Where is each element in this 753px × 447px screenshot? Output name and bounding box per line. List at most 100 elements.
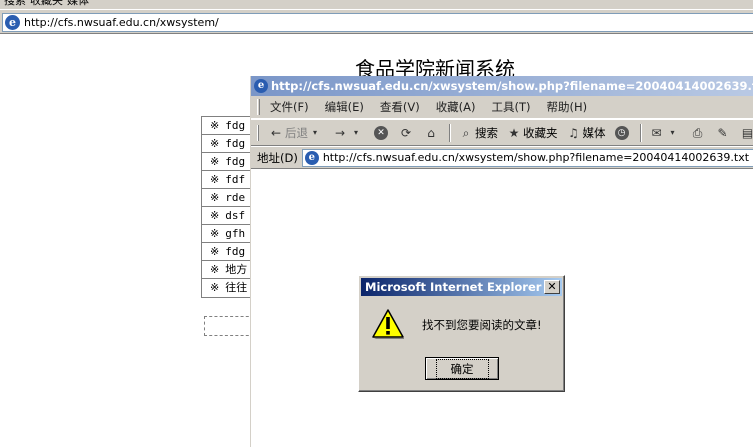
- outer-toolbar: 搜索 收藏夹 媒体: [0, 0, 753, 9]
- close-button[interactable]: ✕: [544, 280, 560, 294]
- news-item-link[interactable]: 往往: [225, 281, 247, 294]
- news-item-link[interactable]: fdg: [225, 155, 245, 168]
- favorites-label: 收藏夹: [523, 125, 558, 140]
- news-list-item[interactable]: ※ fdg: [202, 135, 252, 153]
- toolbar-grip: [257, 124, 259, 141]
- outer-address-bar: e http://cfs.nwsuaf.edu.cn/xwsystem/: [0, 10, 753, 34]
- alert-title-bar[interactable]: Microsoft Internet Explorer: [361, 278, 562, 296]
- media-label: 媒体: [582, 125, 606, 140]
- news-list-item[interactable]: ※ fdg: [202, 153, 252, 171]
- news-list-item[interactable]: ※ fdg: [202, 117, 252, 135]
- news-list-item[interactable]: ※ rde: [202, 189, 252, 207]
- news-list-item[interactable]: ※ 往往: [202, 279, 252, 297]
- popup-address-input[interactable]: e http://cfs.nwsuaf.edu.cn/xwsystem/show…: [301, 148, 753, 167]
- menu-tools[interactable]: 工具(T): [492, 99, 531, 115]
- popup-toolbar: ← 后退 ▾ → ▾ ✕ ⟳ ⌂ ⌕ 搜索 ★ 收藏夹 ♫ 媒体 ◷ ✉ ▾ ⎙…: [251, 120, 753, 146]
- news-list-item[interactable]: ※ gfh: [202, 225, 252, 243]
- media-button[interactable]: ♫ 媒体: [567, 125, 606, 141]
- outer-search-button[interactable]: 搜索: [4, 0, 26, 8]
- warning-icon: [372, 309, 404, 339]
- refresh-icon: ⟳: [400, 125, 412, 140]
- home-icon: ⌂: [427, 125, 435, 140]
- news-item-link[interactable]: fdg: [225, 137, 245, 150]
- favorites-icon: ★: [508, 125, 520, 140]
- stop-button[interactable]: ✕: [374, 125, 390, 140]
- popup-address-bar: 地址(D) e http://cfs.nwsuaf.edu.cn/xwsyste…: [251, 147, 753, 169]
- outer-media-button[interactable]: 媒体: [67, 0, 89, 8]
- mail-button[interactable]: ✉ ▾: [650, 126, 682, 140]
- menu-help[interactable]: 帮助(H): [547, 99, 588, 115]
- search-label: 搜索: [475, 125, 498, 140]
- popup-title-bar[interactable]: e http://cfs.nwsuaf.edu.cn/xwsystem/show…: [251, 76, 753, 96]
- edit-icon: ✎: [717, 125, 728, 140]
- menu-grip: [257, 99, 260, 115]
- toolbar-separator: [449, 123, 451, 142]
- media-icon: ♫: [568, 125, 579, 140]
- news-item-link[interactable]: fdg: [225, 245, 245, 258]
- back-label: 后退: [285, 125, 308, 140]
- ok-button[interactable]: 确定: [425, 357, 499, 380]
- bullet-mark: ※: [210, 227, 220, 240]
- news-list: ※ fdg ※ fdg ※ fdg ※ fdf ※ rde ※ dsf ※ gfh ※ fdg ※ 地方 ※ 往往: [201, 116, 253, 298]
- back-button[interactable]: ← 后退 ▾: [269, 125, 324, 141]
- popup-address-url: http://cfs.nwsuaf.edu.cn/xwsystem/show.p…: [322, 151, 750, 164]
- bullet-mark: ※: [210, 173, 220, 186]
- forward-dropdown-icon: ▾: [353, 127, 358, 137]
- home-button[interactable]: ⌂: [424, 126, 440, 140]
- menu-edit[interactable]: 编辑(E): [325, 99, 364, 115]
- search-button[interactable]: ⌕ 搜索: [459, 125, 498, 141]
- ie-window-icon: e: [254, 79, 268, 93]
- ie-page-icon: e: [304, 150, 319, 165]
- news-item-link[interactable]: 地方: [225, 263, 247, 276]
- news-item-link[interactable]: rde: [225, 191, 245, 204]
- news-item-link[interactable]: dsf: [225, 209, 245, 222]
- ie-page-icon: e: [5, 15, 20, 30]
- forward-arrow-icon: →: [334, 125, 346, 140]
- news-list-item[interactable]: ※ fdg: [202, 243, 252, 261]
- address-label: 地址(D): [257, 150, 298, 165]
- alert-dialog: Microsoft Internet Explorer ✕ 找不到您要阅读的文章…: [358, 275, 565, 392]
- alert-message: 找不到您要阅读的文章!: [422, 318, 542, 332]
- back-arrow-icon: ←: [270, 125, 282, 140]
- print-icon: ⎙: [692, 125, 703, 140]
- forward-button[interactable]: → ▾: [333, 126, 365, 140]
- bullet-mark: ※: [210, 155, 220, 168]
- history-icon: ◷: [614, 125, 629, 140]
- bullet-mark: ※: [210, 263, 220, 276]
- news-item-link[interactable]: fdf: [225, 173, 245, 186]
- stop-icon: ✕: [374, 125, 388, 140]
- print-button[interactable]: ⎙: [691, 126, 707, 140]
- news-item-link[interactable]: gfh: [225, 227, 245, 240]
- outer-address-url: http://cfs.nwsuaf.edu.cn/xwsystem/: [24, 16, 219, 29]
- outer-address-input[interactable]: e http://cfs.nwsuaf.edu.cn/xwsystem/: [2, 13, 753, 32]
- favorites-button[interactable]: ★ 收藏夹: [507, 125, 558, 141]
- mail-icon: ✉: [651, 125, 662, 140]
- bullet-mark: ※: [210, 281, 220, 294]
- news-list-item[interactable]: ※ 地方: [202, 261, 252, 279]
- bullet-mark: ※: [210, 119, 220, 132]
- discuss-icon: ▤: [741, 125, 753, 140]
- news-list-item[interactable]: ※ fdf: [202, 171, 252, 189]
- bullet-mark: ※: [210, 245, 220, 258]
- bullet-mark: ※: [210, 191, 220, 204]
- menu-favorites[interactable]: 收藏(A): [436, 99, 476, 115]
- popup-title-text: http://cfs.nwsuaf.edu.cn/xwsystem/show.p…: [271, 79, 753, 93]
- bullet-mark: ※: [210, 137, 220, 150]
- mail-dropdown-icon: ▾: [670, 127, 675, 137]
- ok-button-label: 确定: [435, 358, 489, 379]
- history-button[interactable]: ◷: [614, 125, 631, 140]
- discuss-button[interactable]: ▤: [741, 126, 753, 140]
- back-dropdown-icon: ▾: [312, 127, 317, 137]
- toolbar-separator: [639, 123, 642, 142]
- edit-button[interactable]: ✎: [716, 126, 732, 140]
- refresh-button[interactable]: ⟳: [399, 126, 415, 140]
- menu-view[interactable]: 查看(V): [380, 99, 420, 115]
- dashed-placeholder-box: [204, 316, 254, 336]
- news-item-link[interactable]: fdg: [225, 119, 245, 132]
- news-list-item[interactable]: ※ dsf: [202, 207, 252, 225]
- menu-file[interactable]: 文件(F): [270, 99, 309, 115]
- popup-menu-bar: 文件(F) 编辑(E) 查看(V) 收藏(A) 工具(T) 帮助(H): [251, 96, 753, 119]
- outer-favorites-button[interactable]: 收藏夹: [30, 0, 63, 8]
- bullet-mark: ※: [210, 209, 220, 222]
- search-icon: ⌕: [462, 125, 470, 140]
